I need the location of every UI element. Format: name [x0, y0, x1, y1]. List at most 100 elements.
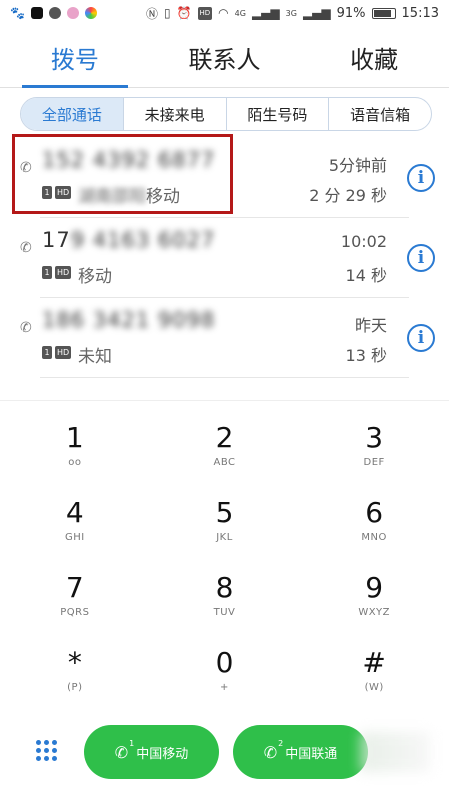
phone-sim2-icon: ✆ 2 [263, 738, 284, 762]
status-bar: 🐾 Ⓝ ▯ ⏰ HD ◠ 4G ▂▄▆ 3G ▂▄▆ 91% 15:13 [0, 0, 449, 26]
hd-call-icon: HD [55, 346, 72, 359]
key-digit: 2 [215, 421, 234, 454]
key-letters: JKL [216, 532, 233, 543]
key-letters: (P) [67, 682, 83, 693]
paw-icon: 🐾 [10, 6, 25, 20]
hd-call-icon: HD [55, 266, 72, 279]
call-sim1-button[interactable]: ✆ 1 中国移动 [84, 725, 219, 779]
highlight-box [12, 134, 233, 214]
key-4[interactable]: 4 GHI [0, 494, 150, 569]
key-letters: WXYZ [358, 607, 391, 618]
key-8[interactable]: 8 TUV [150, 569, 300, 644]
status-time: 15:13 [401, 5, 439, 21]
key-digit: 7 [65, 571, 84, 604]
call-number-visible: 17 [42, 228, 71, 252]
vibrate-icon: ▯ [163, 6, 171, 20]
call-time: 5分钟前 [328, 156, 387, 175]
call-duration: 2 分 29 秒 [309, 186, 387, 205]
signal-3g-label: 3G [285, 8, 297, 18]
key-hash[interactable]: # (W) [299, 644, 449, 719]
call-log-row[interactable]: ✆ 186 3421 9098 1 HD 未知 昨天 13 秒 i [0, 298, 449, 378]
colorwheel-icon [84, 7, 97, 19]
key-digit: * [67, 646, 82, 679]
key-0[interactable]: 0 + [150, 644, 300, 719]
call-time: 10:02 [340, 232, 387, 251]
signal-4g-label: 4G [234, 8, 246, 18]
dialpad-toggle-icon[interactable] [34, 738, 58, 762]
key-5[interactable]: 5 JKL [150, 494, 300, 569]
call-number-blurred: 9 4163 6027 [70, 228, 216, 252]
call-filter-bar: 全部通话 未接来电 陌生号码 语音信箱 [20, 97, 432, 131]
watermark [360, 732, 430, 772]
sim1-icon: 1 [42, 266, 52, 279]
tab-dial[interactable]: 拨号 [0, 28, 150, 88]
gallery-icon [66, 7, 79, 19]
call-duration: 14 秒 [345, 266, 387, 285]
sim1-index: 1 [129, 738, 135, 748]
key-digit: 1 [65, 421, 84, 454]
key-star[interactable]: * (P) [0, 644, 150, 719]
hd-icon: HD [197, 6, 213, 20]
call-log-row[interactable]: ✆ 179 4163 6027 1 HD 移动 10:02 14 秒 i [0, 218, 449, 298]
key-letters: DEF [363, 457, 385, 468]
call-sim1-label: 中国移动 [136, 746, 189, 762]
filter-missed-calls[interactable]: 未接来电 [124, 98, 227, 130]
call-duration: 13 秒 [345, 346, 387, 365]
key-digit: 8 [215, 571, 234, 604]
key-digit: 3 [365, 421, 384, 454]
key-digit: 0 [215, 646, 234, 679]
key-digit: 6 [365, 496, 384, 529]
call-info-icon[interactable]: i [407, 164, 435, 192]
status-left-icons: 🐾 [10, 6, 97, 20]
key-letters: MNO [361, 532, 387, 543]
call-location: 未知 [78, 347, 112, 367]
key-6[interactable]: 6 MNO [299, 494, 449, 569]
sim1-icon: 1 [42, 346, 52, 359]
key-digit: # [362, 646, 386, 679]
filter-voicemail[interactable]: 语音信箱 [329, 98, 431, 130]
call-number: 179 4163 6027 [42, 228, 215, 252]
call-info-icon[interactable]: i [407, 324, 435, 352]
top-tabs: 拨号 联系人 收藏 [0, 28, 449, 88]
chat-icon [48, 7, 61, 19]
key-letters: (W) [364, 682, 384, 693]
status-right: Ⓝ ▯ ⏰ HD ◠ 4G ▂▄▆ 3G ▂▄▆ 91% 15:13 [146, 5, 439, 22]
call-time: 昨天 [354, 316, 387, 335]
tiktok-icon [30, 7, 43, 19]
key-letters: TUV [213, 607, 236, 618]
outgoing-call-icon: ✆ [20, 240, 32, 256]
key-digit: 9 [365, 571, 384, 604]
call-sim2-button[interactable]: ✆ 2 中国联通 [233, 725, 368, 779]
nfc-icon: Ⓝ [145, 6, 158, 21]
key-1[interactable]: 1 oo [0, 419, 150, 494]
battery-icon [371, 7, 396, 19]
filter-all-calls[interactable]: 全部通话 [21, 98, 124, 130]
call-number: 186 3421 9098 [42, 308, 216, 332]
sim-badges: 1 HD [42, 266, 72, 279]
key-letters: PQRS [60, 607, 90, 618]
call-location: 移动 [78, 267, 112, 287]
key-digit: 4 [65, 496, 84, 529]
sim2-index: 2 [278, 738, 284, 748]
voicemail-icon: oo [68, 457, 82, 468]
signal-2-icon: ▂▄▆ [302, 6, 331, 20]
dial-keypad: 1 oo 2 ABC 3 DEF 4 GHI 5 JKL 6 MNO 7 PQRS 8 TUV … [0, 400, 449, 710]
call-sim2-label: 中国联通 [285, 746, 338, 762]
key-9[interactable]: 9 WXYZ [299, 569, 449, 644]
key-7[interactable]: 7 PQRS [0, 569, 150, 644]
filter-unknown-numbers[interactable]: 陌生号码 [227, 98, 330, 130]
tab-contacts[interactable]: 联系人 [150, 28, 300, 87]
key-letters: ABC [213, 457, 236, 468]
outgoing-call-icon: ✆ [20, 320, 32, 336]
key-letters: + [220, 682, 229, 693]
alarm-icon: ⏰ [176, 6, 192, 20]
battery-percent: 91% [336, 5, 366, 21]
signal-icon: ▂▄▆ [251, 6, 280, 20]
key-letters: GHI [64, 532, 85, 543]
tab-favorites[interactable]: 收藏 [299, 28, 449, 87]
key-2[interactable]: 2 ABC [150, 419, 300, 494]
call-info-icon[interactable]: i [407, 244, 435, 272]
wifi-icon: ◠ [218, 6, 229, 20]
sim-badges: 1 HD [42, 346, 72, 359]
key-3[interactable]: 3 DEF [299, 419, 449, 494]
